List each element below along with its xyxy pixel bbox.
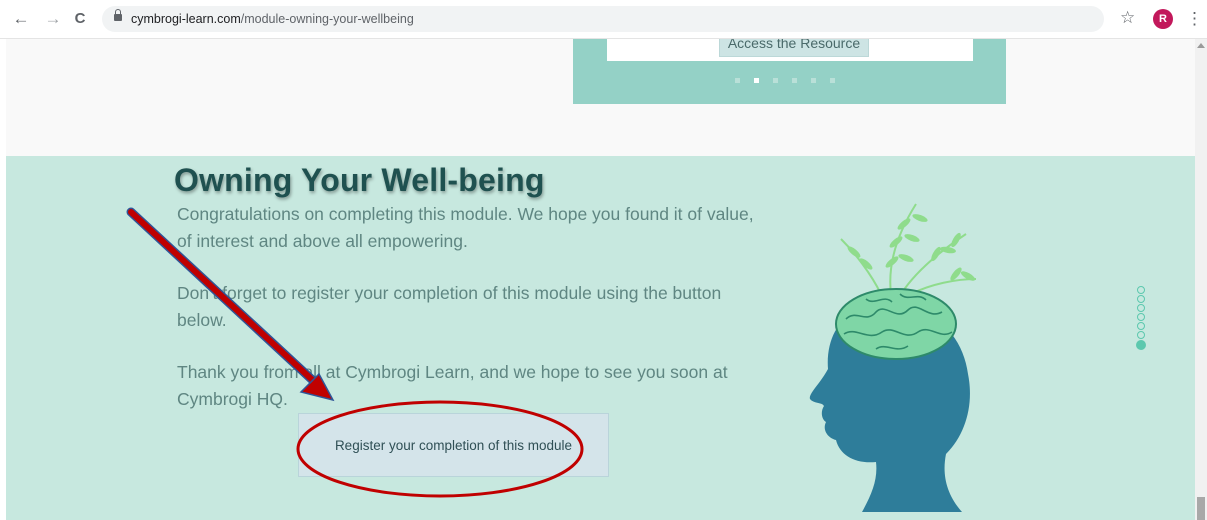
- carousel-dot[interactable]: [811, 78, 816, 83]
- side-nav-dot[interactable]: [1137, 313, 1145, 321]
- scroll-up-arrow-icon[interactable]: [1197, 43, 1205, 48]
- address-bar[interactable]: cymbrogi-learn.com/module-owning-your-we…: [102, 6, 1104, 32]
- url-domain: cymbrogi-learn.com: [131, 12, 241, 26]
- carousel-dot[interactable]: [735, 78, 740, 83]
- browser-menu-icon[interactable]: ⋮: [1186, 8, 1203, 30]
- brain-head-illustration: [809, 203, 977, 512]
- carousel-dot[interactable]: [754, 78, 759, 83]
- access-resource-button[interactable]: Access the Resource: [719, 39, 869, 57]
- side-nav-dot[interactable]: [1137, 331, 1145, 339]
- back-arrow-icon[interactable]: ←: [11, 9, 31, 29]
- carousel-dot[interactable]: [773, 78, 778, 83]
- carousel-dot[interactable]: [830, 78, 835, 83]
- side-nav-dot[interactable]: [1137, 295, 1145, 303]
- scrollbar-thumb[interactable]: [1197, 497, 1205, 520]
- side-nav-dot[interactable]: [1137, 304, 1145, 312]
- side-nav-dot[interactable]: [1137, 322, 1145, 330]
- register-completion-button[interactable]: Register your completion of this module: [298, 413, 609, 477]
- profile-avatar[interactable]: R: [1153, 9, 1173, 29]
- register-reminder-text: Don't forget to register your completion…: [177, 283, 722, 330]
- carousel-card: Access the Resource: [607, 39, 973, 61]
- browser-toolbar: ← → C cymbrogi-learn.com/module-owning-y…: [0, 0, 1207, 39]
- carousel-pagination: [735, 78, 849, 84]
- thank-you-text: Thank you from all at Cymbrogi Learn, an…: [177, 362, 728, 409]
- lock-icon: [114, 9, 122, 21]
- congratulations-text: Congratulations on completing this modul…: [177, 204, 754, 251]
- reload-icon[interactable]: C: [70, 9, 90, 29]
- side-nav-dot[interactable]: [1137, 286, 1145, 294]
- page-scrollbar[interactable]: [1195, 39, 1207, 520]
- side-nav-dot[interactable]: [1136, 340, 1146, 350]
- resource-carousel: Access the Resource: [573, 39, 1006, 104]
- module-title: Owning Your Well-being: [174, 162, 545, 198]
- url-text[interactable]: cymbrogi-learn.com/module-owning-your-we…: [131, 12, 414, 26]
- module-completion-section: Owning Your Well-being Congratulations o…: [6, 156, 1195, 520]
- carousel-dot[interactable]: [792, 78, 797, 83]
- page-viewport: Access the Resource Owning Your Well-bei…: [0, 39, 1195, 520]
- url-path: /module-owning-your-wellbeing: [240, 12, 414, 26]
- forward-arrow-icon[interactable]: →: [43, 9, 63, 29]
- bookmark-star-icon[interactable]: ☆: [1120, 7, 1135, 29]
- section-side-navigation: [1136, 286, 1149, 351]
